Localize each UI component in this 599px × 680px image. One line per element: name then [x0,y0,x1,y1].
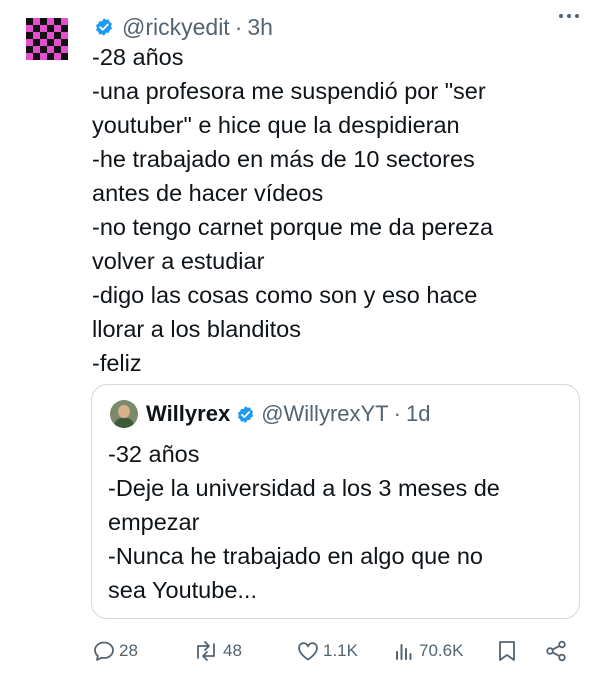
repost-button[interactable]: 48 [192,636,242,666]
views-icon [396,644,412,660]
like-button[interactable]: 1.1K [296,636,358,666]
tweet-line: -una profesora me suspendió por "ser [92,78,486,104]
quoted-author-name[interactable]: Willyrex [146,401,230,427]
separator-dot: · [234,13,243,40]
verified-badge-icon [238,405,254,423]
quoted-line: -Deje la universidad a los 3 meses de [108,475,500,501]
quoted-tweet[interactable]: Willyrex @WillyrexYT · 1d -32 años -Deje… [91,384,580,619]
bookmark-button[interactable] [496,636,521,666]
quoted-line: -Nunca he trabajado en algo que no [108,543,483,569]
verified-badge-icon [96,18,112,36]
quoted-tweet-text: -32 años -Deje la universidad a los 3 me… [108,437,500,607]
quoted-tweet-header: Willyrex @WillyrexYT · 1d [110,399,430,429]
quoted-author-handle[interactable]: @WillyrexYT [261,401,388,427]
timestamp[interactable]: 3h [247,14,273,41]
bookmark-icon [499,641,515,661]
more-options-icon[interactable] [559,14,579,18]
quoted-line: -32 años [108,441,200,467]
share-button[interactable] [544,636,571,666]
tweet-line: llorar a los blanditos [92,316,301,342]
views-button[interactable]: 70.6K [392,636,463,666]
separator-dot: · [393,401,401,426]
tweet-line: -no tengo carnet porque me da pereza [92,214,494,240]
tweet-text: -28 años -una profesora me suspendió por… [92,40,582,380]
reply-icon [94,641,114,661]
reply-count: 28 [119,641,138,660]
tweet-line: -digo las cosas como son y eso hace [92,282,478,308]
tweet-line: youtuber" e hice que la despidieran [92,112,460,138]
tweet-line: antes de hacer vídeos [92,180,324,206]
tweet-line: volver a estudiar [92,248,265,274]
like-count: 1.1K [323,641,358,660]
quoted-line: empezar [108,509,200,535]
tweet-line: -feliz [92,350,142,376]
views-count: 70.6K [419,641,464,660]
quoted-avatar[interactable] [110,400,138,428]
repost-count: 48 [223,641,242,660]
repost-icon [197,641,215,661]
tweet-line: -28 años [92,44,184,70]
avatar[interactable] [26,18,68,60]
share-icon [546,640,566,662]
tweet-header: @rickyedit · 3h [94,12,579,42]
action-bar: 28 48 1.1K 70.6K [92,636,572,666]
author-handle[interactable]: @rickyedit [122,14,230,41]
reply-button[interactable]: 28 [92,636,138,666]
tweet-line: -he trabajado en más de 10 sectores [92,146,475,172]
quoted-timestamp[interactable]: 1d [406,401,430,427]
like-icon [298,642,318,661]
quoted-line: sea Youtube... [108,577,257,603]
